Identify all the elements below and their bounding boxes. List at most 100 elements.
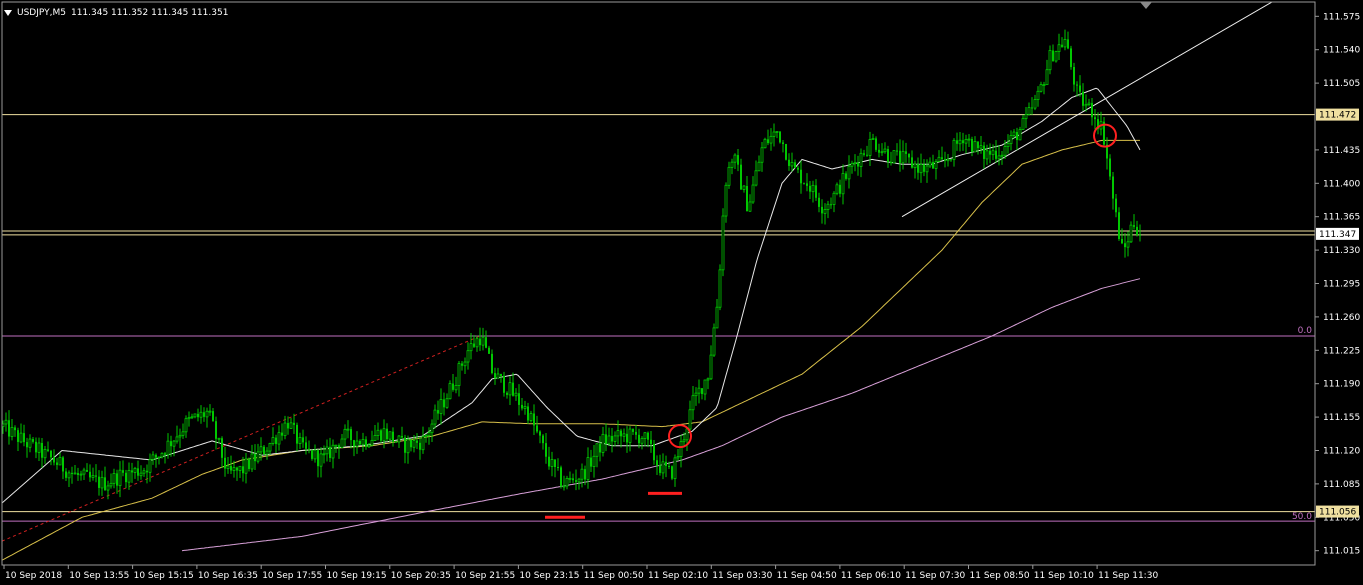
candle-body-bear (392, 431, 394, 442)
candle (86, 463, 88, 472)
candle (461, 360, 463, 371)
candle (622, 428, 626, 442)
candle (313, 444, 317, 463)
candle (754, 160, 758, 187)
candle-body-bear (155, 454, 157, 458)
candle (656, 455, 658, 475)
candle (496, 367, 500, 379)
candle-body-bear (542, 435, 544, 444)
candle-body-bull (730, 161, 734, 168)
candle (653, 440, 655, 465)
candle (676, 449, 680, 462)
candle-body-bull (721, 215, 725, 271)
candle-body-bull (691, 395, 695, 411)
price-tick-label: 111.085 (1323, 480, 1360, 490)
candle-body-bull (1003, 146, 1007, 156)
trendline-white[interactable] (901, 1, 1273, 218)
candle-body-bull (1045, 69, 1049, 86)
candle-body-bear (896, 150, 898, 152)
candle (763, 137, 767, 149)
candle (242, 456, 244, 482)
candle-body-bear (890, 161, 892, 163)
candle-body-bear (905, 151, 907, 154)
candle-body-bear (41, 443, 43, 458)
candle (1136, 220, 1138, 237)
time-tick-label: 10 Sep 20:35 (391, 571, 451, 581)
candle-body-bear (125, 472, 127, 483)
candle-body-bear (809, 185, 811, 192)
time-tick-label: 11 Sep 06:10 (841, 571, 901, 581)
candle (479, 327, 481, 351)
candle-body-bull (712, 327, 716, 356)
candle-body-bull (43, 449, 47, 459)
candle (296, 422, 298, 452)
candle-body-bear (557, 467, 559, 469)
candle-body-bull (580, 468, 584, 480)
candle-body-bull (964, 139, 968, 144)
candle (343, 424, 347, 447)
candle (694, 387, 698, 406)
candle-body-bull (952, 139, 956, 160)
candle-body-bear (560, 467, 562, 487)
candle (809, 180, 811, 199)
candle-body-bear (305, 442, 307, 449)
candle-body-bull (199, 411, 203, 418)
candle-body-bear (8, 420, 10, 437)
candle (157, 456, 161, 465)
candle (1031, 97, 1033, 115)
candle (365, 436, 367, 450)
candle-body-bull (640, 438, 644, 444)
candle (536, 415, 538, 434)
price-chart[interactable]: 0.0 50.0 111.575 111.540 111.505 111.435 111.… (0, 0, 1363, 585)
candle (548, 446, 550, 470)
candle-body-bull (775, 131, 779, 133)
candle (401, 426, 403, 440)
candle-body-bear (989, 150, 991, 155)
candle (430, 419, 434, 443)
candle (28, 434, 32, 453)
candle (268, 442, 272, 455)
candle-body-bull (1084, 104, 1088, 107)
candle-body-bear (626, 433, 628, 443)
candle-body-bear (275, 437, 277, 445)
candle (718, 264, 722, 311)
candle (386, 423, 388, 442)
candle-body-bull (184, 418, 188, 433)
candle-body-bull (550, 459, 554, 467)
candle-body-bear (104, 477, 106, 491)
candle (395, 440, 397, 443)
candle-body-bear (401, 435, 403, 438)
candle (605, 423, 607, 452)
collapse-triangle-icon[interactable] (4, 10, 12, 16)
candle (962, 132, 964, 151)
candle (997, 145, 1001, 166)
candle (724, 182, 728, 223)
candle (613, 431, 617, 447)
candle-body-bear (701, 388, 703, 394)
price-tick-label: 111.330 (1323, 246, 1360, 256)
candle-body-bull (238, 465, 242, 471)
candle (419, 436, 421, 460)
candle-body-bull (928, 161, 932, 167)
candle-body-bull (283, 422, 287, 437)
candle (572, 473, 574, 484)
candle-body-bull (100, 476, 104, 489)
candle-body-bear (350, 429, 352, 441)
candle-body-bear (263, 446, 265, 455)
candle-body-bear (779, 131, 781, 143)
candle-body-bull (439, 399, 443, 414)
candle-body-bull (703, 379, 707, 395)
candle (850, 160, 854, 174)
candle (397, 435, 401, 448)
candle (8, 410, 10, 445)
candle-body-bull (475, 338, 479, 348)
chart-shift-marker-icon[interactable] (1140, 2, 1152, 9)
ma-slow-line (181, 278, 1141, 552)
candle (977, 141, 979, 155)
candle (691, 386, 695, 420)
candle-body-bear (668, 466, 670, 468)
candle-body-bear (317, 450, 319, 467)
candle-body-bull (322, 453, 326, 456)
candle (305, 436, 307, 455)
candle-body-bull (427, 432, 431, 436)
